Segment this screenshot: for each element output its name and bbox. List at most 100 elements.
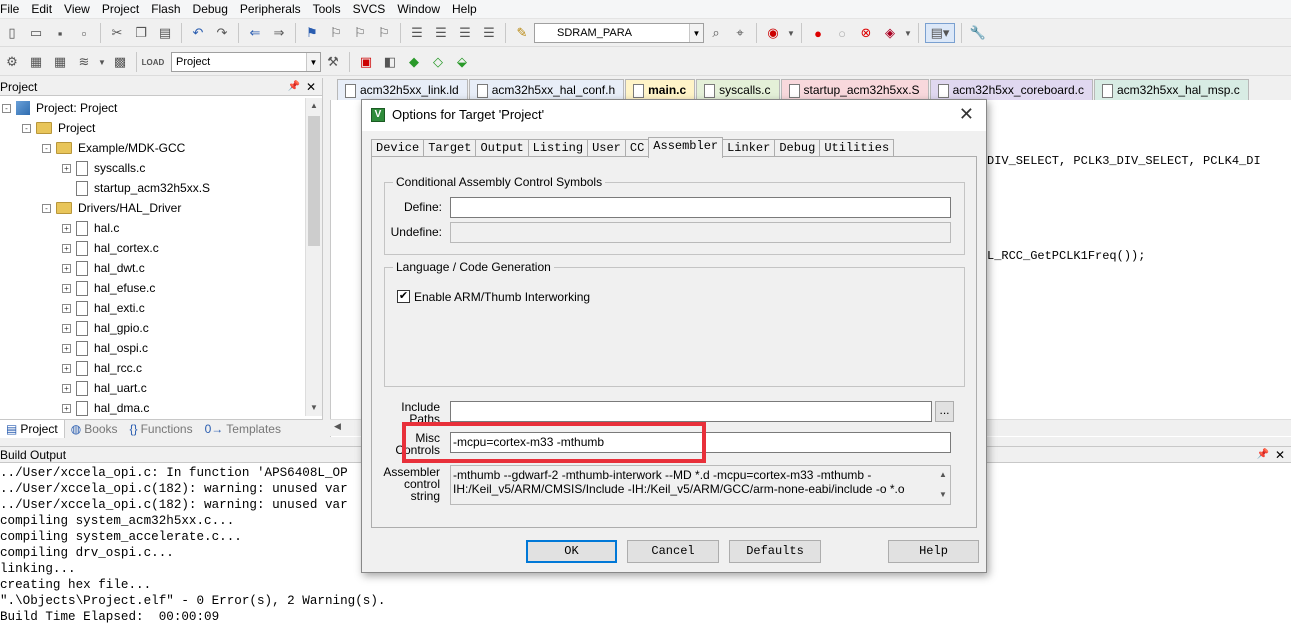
expand-icon[interactable]: +: [62, 163, 71, 173]
editor-tab[interactable]: acm32h5xx_hal_msp.c: [1093, 79, 1249, 100]
tab-assembler[interactable]: Assembler: [648, 137, 724, 158]
chevron-down-icon[interactable]: ▼: [689, 24, 703, 42]
comment-icon[interactable]: ☰: [455, 23, 475, 43]
select-packs-icon[interactable]: ⬙: [452, 52, 472, 72]
target-options-icon[interactable]: ⚒: [323, 52, 343, 72]
save-all-icon[interactable]: ▫: [74, 23, 94, 43]
tab-user[interactable]: User: [587, 139, 626, 157]
tree-item[interactable]: + hal_efuse.c: [62, 278, 155, 298]
manage-components-icon[interactable]: ▣: [356, 52, 376, 72]
tab-templates[interactable]: 0→ Templates: [199, 420, 287, 438]
cut-icon[interactable]: ✂: [107, 23, 127, 43]
menu-peripherals[interactable]: Peripherals: [234, 0, 307, 19]
editor-tab[interactable]: main.c: [625, 79, 696, 100]
control-string-scrollbar[interactable]: ▲ ▼: [936, 466, 950, 504]
editor-tab[interactable]: syscalls.c: [696, 79, 780, 100]
editor-tab[interactable]: startup_acm32h5xx.S: [780, 79, 929, 100]
build-icon[interactable]: ▦: [26, 52, 46, 72]
rebuild-icon[interactable]: ▦: [50, 52, 70, 72]
tree-item[interactable]: + hal_uart.c: [62, 378, 147, 398]
collapse-icon[interactable]: -: [42, 143, 51, 153]
menu-file[interactable]: File: [0, 0, 25, 19]
stop-build-icon[interactable]: ▩: [110, 52, 130, 72]
chevron-down-icon[interactable]: ▼: [306, 53, 320, 71]
nav-forward-icon[interactable]: ⇒: [269, 23, 289, 43]
menu-debug[interactable]: Debug: [187, 0, 234, 19]
scroll-down-icon[interactable]: ▼: [306, 400, 322, 416]
scroll-left-icon[interactable]: ◀: [334, 421, 341, 432]
collapse-icon[interactable]: -: [2, 103, 11, 113]
tree-scrollbar[interactable]: ▲ ▼: [305, 98, 322, 416]
tree-item[interactable]: - Drivers/HAL_Driver: [42, 198, 181, 218]
close-icon[interactable]: ✕: [959, 104, 974, 125]
find-in-files-icon[interactable]: ✎: [512, 23, 532, 43]
translate-icon[interactable]: ⚙: [2, 52, 22, 72]
menu-svcs[interactable]: SVCS: [347, 0, 392, 19]
editor-tab[interactable]: acm32h5xx_coreboard.c: [929, 79, 1093, 100]
editor-tab[interactable]: acm32h5xx_link.ld: [337, 79, 468, 100]
tab-target[interactable]: Target: [423, 139, 477, 157]
find-icon[interactable]: ⌕: [706, 23, 726, 43]
bookmark-next-icon[interactable]: ⚐: [350, 23, 370, 43]
expand-icon[interactable]: +: [62, 263, 71, 273]
uncomment-icon[interactable]: ☰: [479, 23, 499, 43]
expand-icon[interactable]: +: [62, 343, 71, 353]
menu-view[interactable]: View: [58, 0, 96, 19]
paste-icon[interactable]: ▤: [155, 23, 175, 43]
tree-item[interactable]: - Example/MDK-GCC: [42, 138, 185, 158]
cancel-button[interactable]: Cancel: [627, 540, 719, 563]
defaults-button[interactable]: Defaults: [729, 540, 821, 563]
undo-icon[interactable]: ↶: [188, 23, 208, 43]
tab-linker[interactable]: Linker: [722, 139, 776, 157]
ok-button[interactable]: OK: [526, 540, 617, 563]
tree-item[interactable]: - Project: Project: [2, 98, 117, 118]
chevron-down-icon[interactable]: ▼: [98, 52, 106, 72]
pin-icon[interactable]: 📌: [288, 78, 300, 96]
tree-item[interactable]: + hal_exti.c: [62, 298, 145, 318]
open-file-icon[interactable]: ▭: [26, 23, 46, 43]
chevron-down-icon[interactable]: ▼: [787, 23, 795, 43]
expand-icon[interactable]: +: [62, 323, 71, 333]
tab-books[interactable]: ◍ Books: [65, 420, 124, 438]
window-layout-icon[interactable]: ▤▾: [925, 23, 955, 43]
tree-item[interactable]: + hal_rcc.c: [62, 358, 142, 378]
interwork-checkbox[interactable]: ✔: [397, 290, 410, 303]
menu-project[interactable]: Project: [96, 0, 145, 19]
tree-item[interactable]: + hal_cortex.c: [62, 238, 159, 258]
expand-icon[interactable]: +: [62, 363, 71, 373]
browse-button[interactable]: ...: [935, 401, 954, 422]
nav-back-icon[interactable]: ⇐: [245, 23, 265, 43]
tree-item[interactable]: + hal_ospi.c: [62, 338, 148, 358]
debug-session-icon[interactable]: ◉: [763, 23, 783, 43]
redo-icon[interactable]: ↷: [212, 23, 232, 43]
file-extensions-icon[interactable]: ◧: [380, 52, 400, 72]
tree-item[interactable]: + hal.c: [62, 218, 119, 238]
bookmark-icon[interactable]: ⚑: [302, 23, 322, 43]
copy-icon[interactable]: ❐: [131, 23, 151, 43]
tree-item[interactable]: startup_acm32h5xx.S: [62, 178, 210, 198]
pin-icon[interactable]: 📌: [1257, 447, 1269, 463]
expand-icon[interactable]: +: [62, 223, 71, 233]
expand-icon[interactable]: +: [62, 283, 71, 293]
menu-help[interactable]: Help: [446, 0, 483, 19]
help-button[interactable]: Help: [888, 540, 979, 563]
tab-functions[interactable]: {} Functions: [124, 420, 199, 438]
project-combo[interactable]: Project ▼: [171, 52, 321, 72]
target-combo[interactable]: SDRAM_PARA ▼: [534, 23, 704, 43]
close-icon[interactable]: ✕: [306, 78, 316, 96]
editor-tab[interactable]: acm32h5xx_hal_conf.h: [468, 79, 625, 100]
batch-build-icon[interactable]: ≋: [74, 52, 94, 72]
expand-icon[interactable]: +: [62, 403, 71, 413]
scroll-down-icon[interactable]: ▼: [939, 488, 947, 502]
close-icon[interactable]: ✕: [1275, 447, 1285, 463]
tab-utilities[interactable]: Utilities: [819, 139, 895, 157]
tree-item[interactable]: + hal_gpio.c: [62, 318, 149, 338]
menu-window[interactable]: Window: [391, 0, 446, 19]
indent-icon[interactable]: ☰: [407, 23, 427, 43]
expand-icon[interactable]: +: [62, 243, 71, 253]
menu-tools[interactable]: Tools: [307, 0, 347, 19]
new-file-icon[interactable]: ▯: [2, 23, 22, 43]
tab-device[interactable]: Device: [371, 139, 425, 157]
tree-item[interactable]: - Project: [22, 118, 95, 138]
include-paths-input[interactable]: [450, 401, 932, 422]
